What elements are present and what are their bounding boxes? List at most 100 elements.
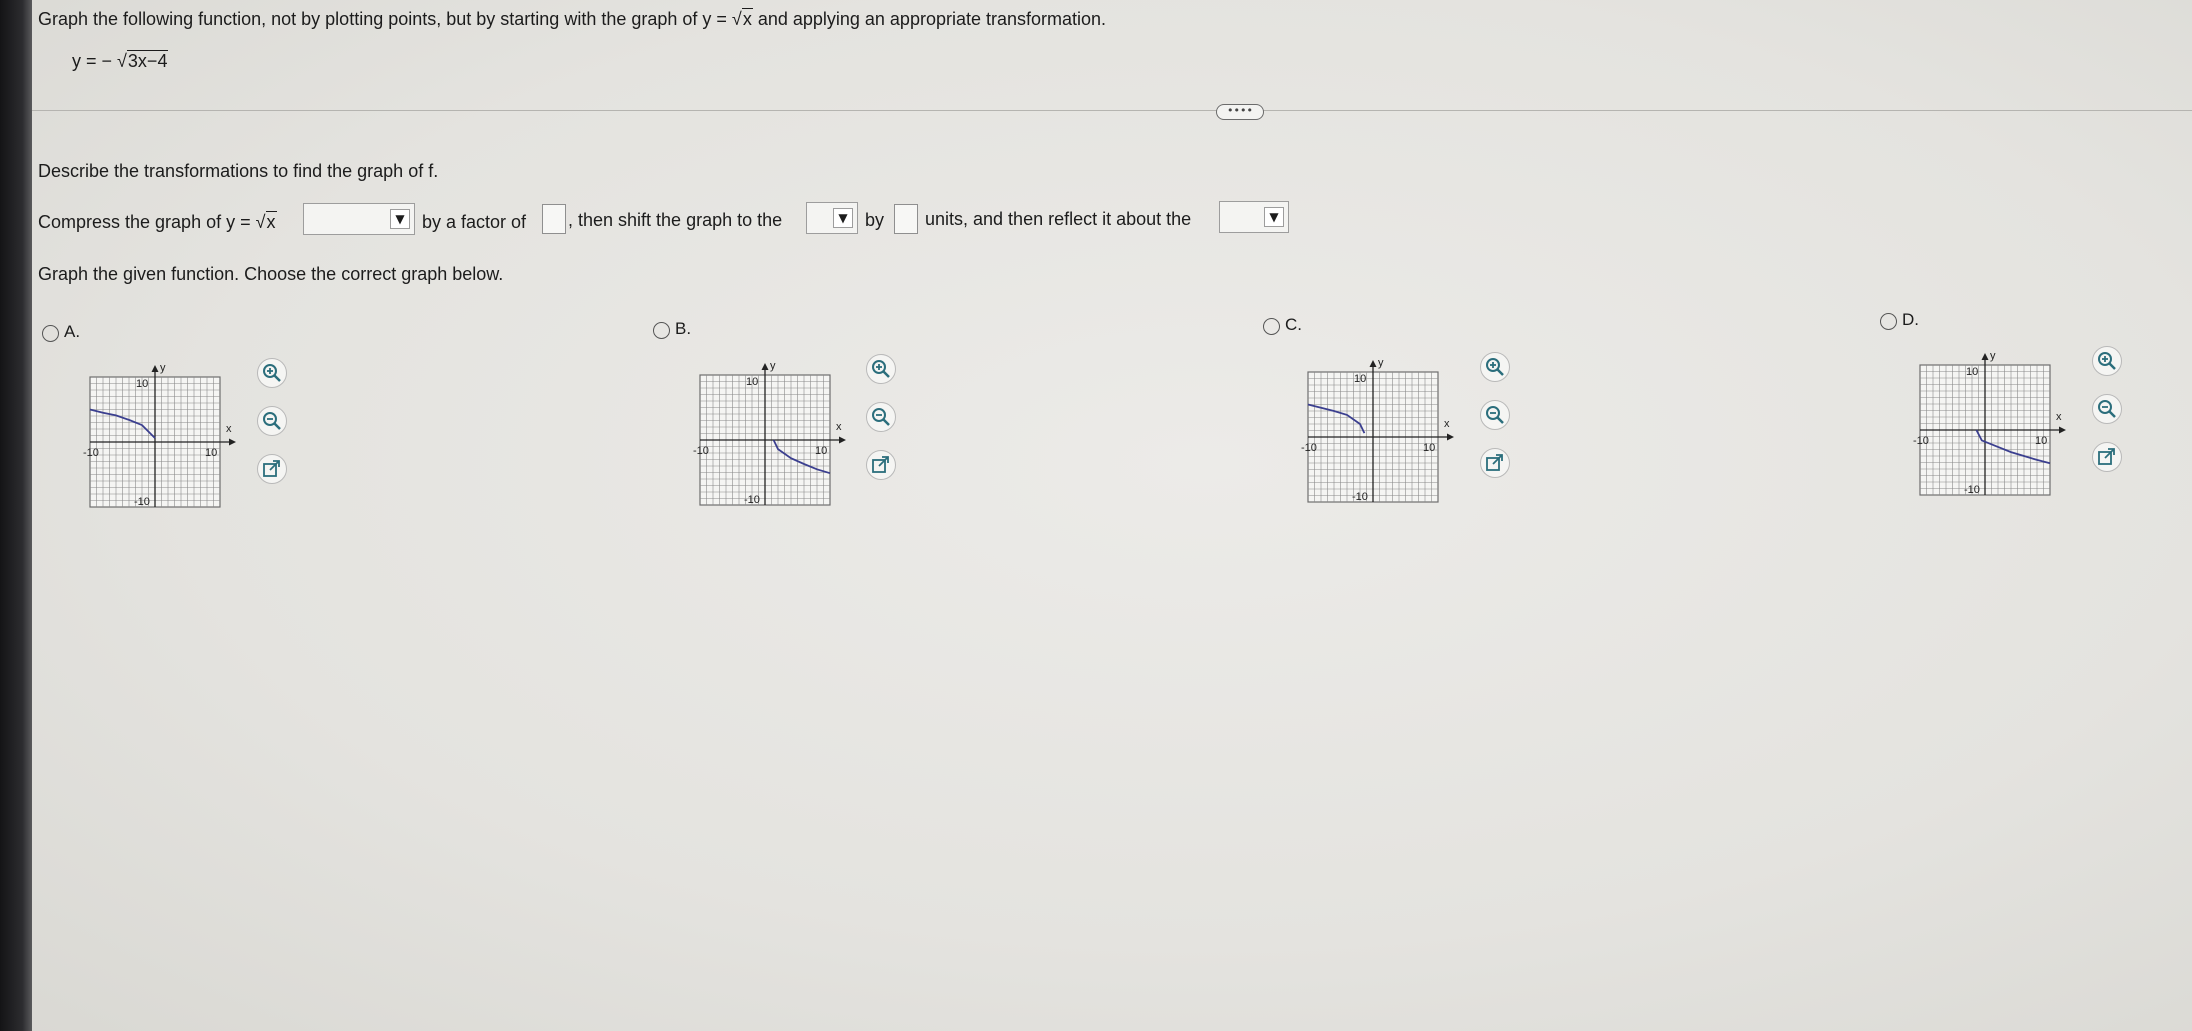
graph-svg: y x 10 -10 -10 10 (693, 360, 846, 506)
zoom-in-icon[interactable] (866, 354, 896, 384)
y-axis-arrow (151, 365, 159, 372)
zoom-in-icon-glyph (263, 364, 281, 382)
zoom-out-icon[interactable] (1480, 400, 1510, 430)
compress-direction-dropdown[interactable]: ▼ (303, 203, 415, 235)
sqrt-sign: √ (255, 212, 266, 232)
option-c-graph[interactable]: y x 10 -10 -10 10 (1298, 357, 1458, 527)
x-max-tick-label: 10 (2035, 435, 2047, 447)
shift-text: , then shift the graph to the (568, 210, 783, 230)
open-in-new-window-icon[interactable] (866, 450, 896, 480)
y-min-tick-label: -10 (744, 494, 760, 506)
open-in-new-window-icon-glyph (2098, 448, 2115, 465)
option-c-label[interactable]: C. (1285, 315, 1302, 335)
screen (0, 0, 2192, 1031)
factor-input[interactable] (542, 204, 566, 234)
y-axis-arrow (1981, 353, 1989, 360)
x-axis-label: x (2056, 411, 2062, 423)
option-b-label[interactable]: B. (675, 319, 691, 339)
x-axis-label: x (836, 421, 842, 433)
x-max-tick-label: 10 (205, 447, 217, 459)
x-axis-arrow (229, 438, 236, 446)
graph-svg: y x 10 -10 -10 10 (1301, 357, 1454, 503)
units-reflect-text: units, and then reflect it about the (925, 209, 1192, 229)
y-min-tick-label: -10 (1352, 491, 1368, 503)
option-d-radio[interactable] (1880, 313, 1897, 330)
dropdown-arrow-icon: ▼ (390, 209, 410, 229)
shift-direction-dropdown[interactable]: ▼ (806, 202, 858, 234)
more-button[interactable]: •••• (1216, 104, 1264, 120)
x-axis-label: x (226, 423, 232, 435)
prompt-text-2: and applying an appropriate transformati… (752, 9, 1107, 29)
by-factor-text: by a factor of (422, 212, 527, 232)
zoom-in-icon[interactable] (2092, 346, 2122, 376)
open-in-new-window-icon[interactable] (2092, 442, 2122, 472)
x-min-tick-label: -10 (693, 445, 709, 457)
open-in-new-window-icon-glyph (872, 456, 889, 473)
compress-text: Compress the graph of y = √x (38, 211, 277, 233)
y-max-tick-label: 10 (136, 378, 148, 390)
arrow-shaft (1492, 454, 1503, 465)
x-axis-arrow (1447, 433, 1454, 441)
open-in-new-window-icon-glyph (1486, 454, 1503, 471)
dropdown-arrow-icon: ▼ (1264, 207, 1284, 227)
part1-heading: Describe the transformations to find the… (38, 161, 439, 181)
by-text: by (865, 210, 885, 230)
zoom-out-icon[interactable] (866, 402, 896, 432)
y-axis-label: y (1378, 357, 1384, 369)
handle (882, 370, 890, 378)
graph-svg: y x 10 -10 -10 10 (83, 362, 236, 508)
shift-units-input[interactable] (894, 204, 918, 234)
graph-svg: y x 10 -10 -10 10 (1913, 350, 2066, 496)
handle (2108, 362, 2116, 370)
zoom-in-icon-glyph (872, 360, 890, 378)
arrow-shaft (269, 460, 280, 471)
x-axis-arrow (2059, 426, 2066, 434)
option-c-radio[interactable] (1263, 318, 1280, 335)
part2-heading: Graph the given function. Choose the cor… (38, 264, 504, 284)
open-in-new-window-icon[interactable] (257, 454, 287, 484)
option-d-label[interactable]: D. (1902, 310, 1919, 330)
option-a-graph[interactable]: y x 10 -10 -10 10 (80, 362, 240, 532)
sqrt-sign: √ (731, 9, 742, 29)
option-b-graph[interactable]: y x 10 -10 -10 10 (690, 360, 850, 530)
zoom-in-icon-glyph (1486, 358, 1504, 376)
x-max-tick-label: 10 (815, 445, 827, 457)
arrow-shaft (878, 456, 889, 467)
option-a-label[interactable]: A. (64, 322, 80, 342)
handle (273, 422, 281, 430)
dropdown-arrow-icon: ▼ (833, 208, 853, 228)
x-axis-arrow (839, 436, 846, 444)
zoom-out-icon[interactable] (2092, 394, 2122, 424)
option-a-radio[interactable] (42, 325, 59, 342)
zoom-out-icon-glyph (872, 408, 890, 426)
function-prefix: y = − (72, 51, 118, 71)
y-axis-label: y (160, 362, 166, 374)
zoom-out-icon-glyph (1486, 406, 1504, 424)
function-expression: y = − √3x−4 (72, 50, 169, 72)
handle (1496, 368, 1504, 376)
zoom-out-icon[interactable] (257, 406, 287, 436)
zoom-in-icon[interactable] (257, 358, 287, 388)
x-min-tick-label: -10 (83, 447, 99, 459)
y-min-tick-label: -10 (134, 496, 150, 508)
y-max-tick-label: 10 (1966, 366, 1978, 378)
y-axis-label: y (770, 360, 776, 372)
option-d-graph[interactable]: y x 10 -10 -10 10 (1910, 350, 2070, 520)
open-in-new-window-icon[interactable] (1480, 448, 1510, 478)
arrow-shaft (2104, 448, 2115, 459)
x-axis-label: x (1444, 418, 1450, 430)
zoom-out-icon-glyph (263, 412, 281, 430)
prompt-text-1: Graph the following function, not by plo… (38, 9, 732, 29)
reflect-axis-dropdown[interactable]: ▼ (1219, 201, 1289, 233)
prompt-radicand: x (741, 8, 753, 29)
zoom-out-icon-glyph (2098, 400, 2116, 418)
handle (2108, 410, 2116, 418)
y-max-tick-label: 10 (746, 376, 758, 388)
y-min-tick-label: -10 (1964, 484, 1980, 496)
y-max-tick-label: 10 (1354, 373, 1366, 385)
x-max-tick-label: 10 (1423, 442, 1435, 454)
zoom-in-icon[interactable] (1480, 352, 1510, 382)
section-divider (32, 110, 2192, 111)
option-b-radio[interactable] (653, 322, 670, 339)
compress-label: Compress the graph of y = (38, 212, 256, 232)
